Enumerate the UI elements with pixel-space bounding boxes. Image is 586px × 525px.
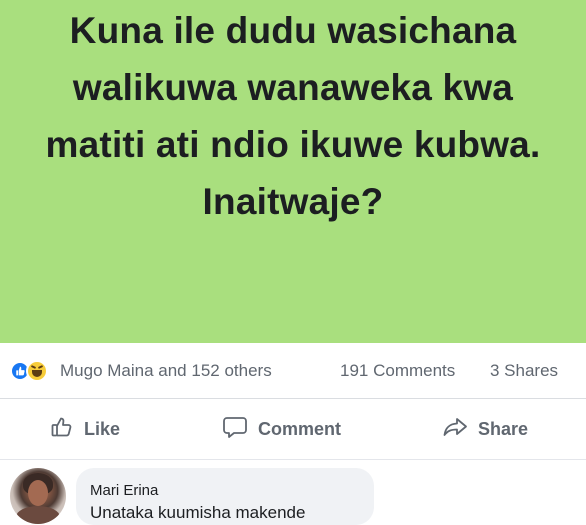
post-text: Kuna ile dudu wasichana walikuwa wanawek… xyxy=(45,10,541,222)
haha-reaction-icon xyxy=(26,360,48,382)
share-arrow-icon xyxy=(442,415,478,444)
comments-section: Mari Erina Unataka kuumisha makende xyxy=(0,460,586,525)
reaction-icons[interactable] xyxy=(10,359,56,383)
comment-author[interactable]: Mari Erina xyxy=(90,482,158,499)
post-text-background: Kuna ile dudu wasichana walikuwa wanawek… xyxy=(0,0,586,343)
facebook-post: Kuna ile dudu wasichana walikuwa wanawek… xyxy=(0,0,586,525)
share-label: Share xyxy=(478,418,529,439)
like-label: Like xyxy=(84,418,121,439)
comment-button[interactable]: Comment xyxy=(222,399,341,459)
reactors-link[interactable]: Mugo Maina and 152 others xyxy=(60,361,272,381)
comment-label: Comment xyxy=(258,418,342,439)
comment-icon xyxy=(222,415,258,444)
post-stats: Mugo Maina and 152 others 191 Comments 3… xyxy=(0,343,586,399)
post-actions: Like Comment Share xyxy=(0,399,586,460)
comment-text: Unataka kuumisha makende xyxy=(90,503,306,522)
like-button[interactable]: Like xyxy=(50,399,120,459)
comments-count-link[interactable]: 191 Comments xyxy=(340,361,455,381)
shares-count-link[interactable]: 3 Shares xyxy=(490,361,558,381)
commenter-avatar[interactable] xyxy=(10,468,66,524)
comment-bubble: Mari Erina Unataka kuumisha makende xyxy=(76,468,374,525)
thumbs-up-icon xyxy=(50,415,84,444)
share-button[interactable]: Share xyxy=(442,399,528,459)
